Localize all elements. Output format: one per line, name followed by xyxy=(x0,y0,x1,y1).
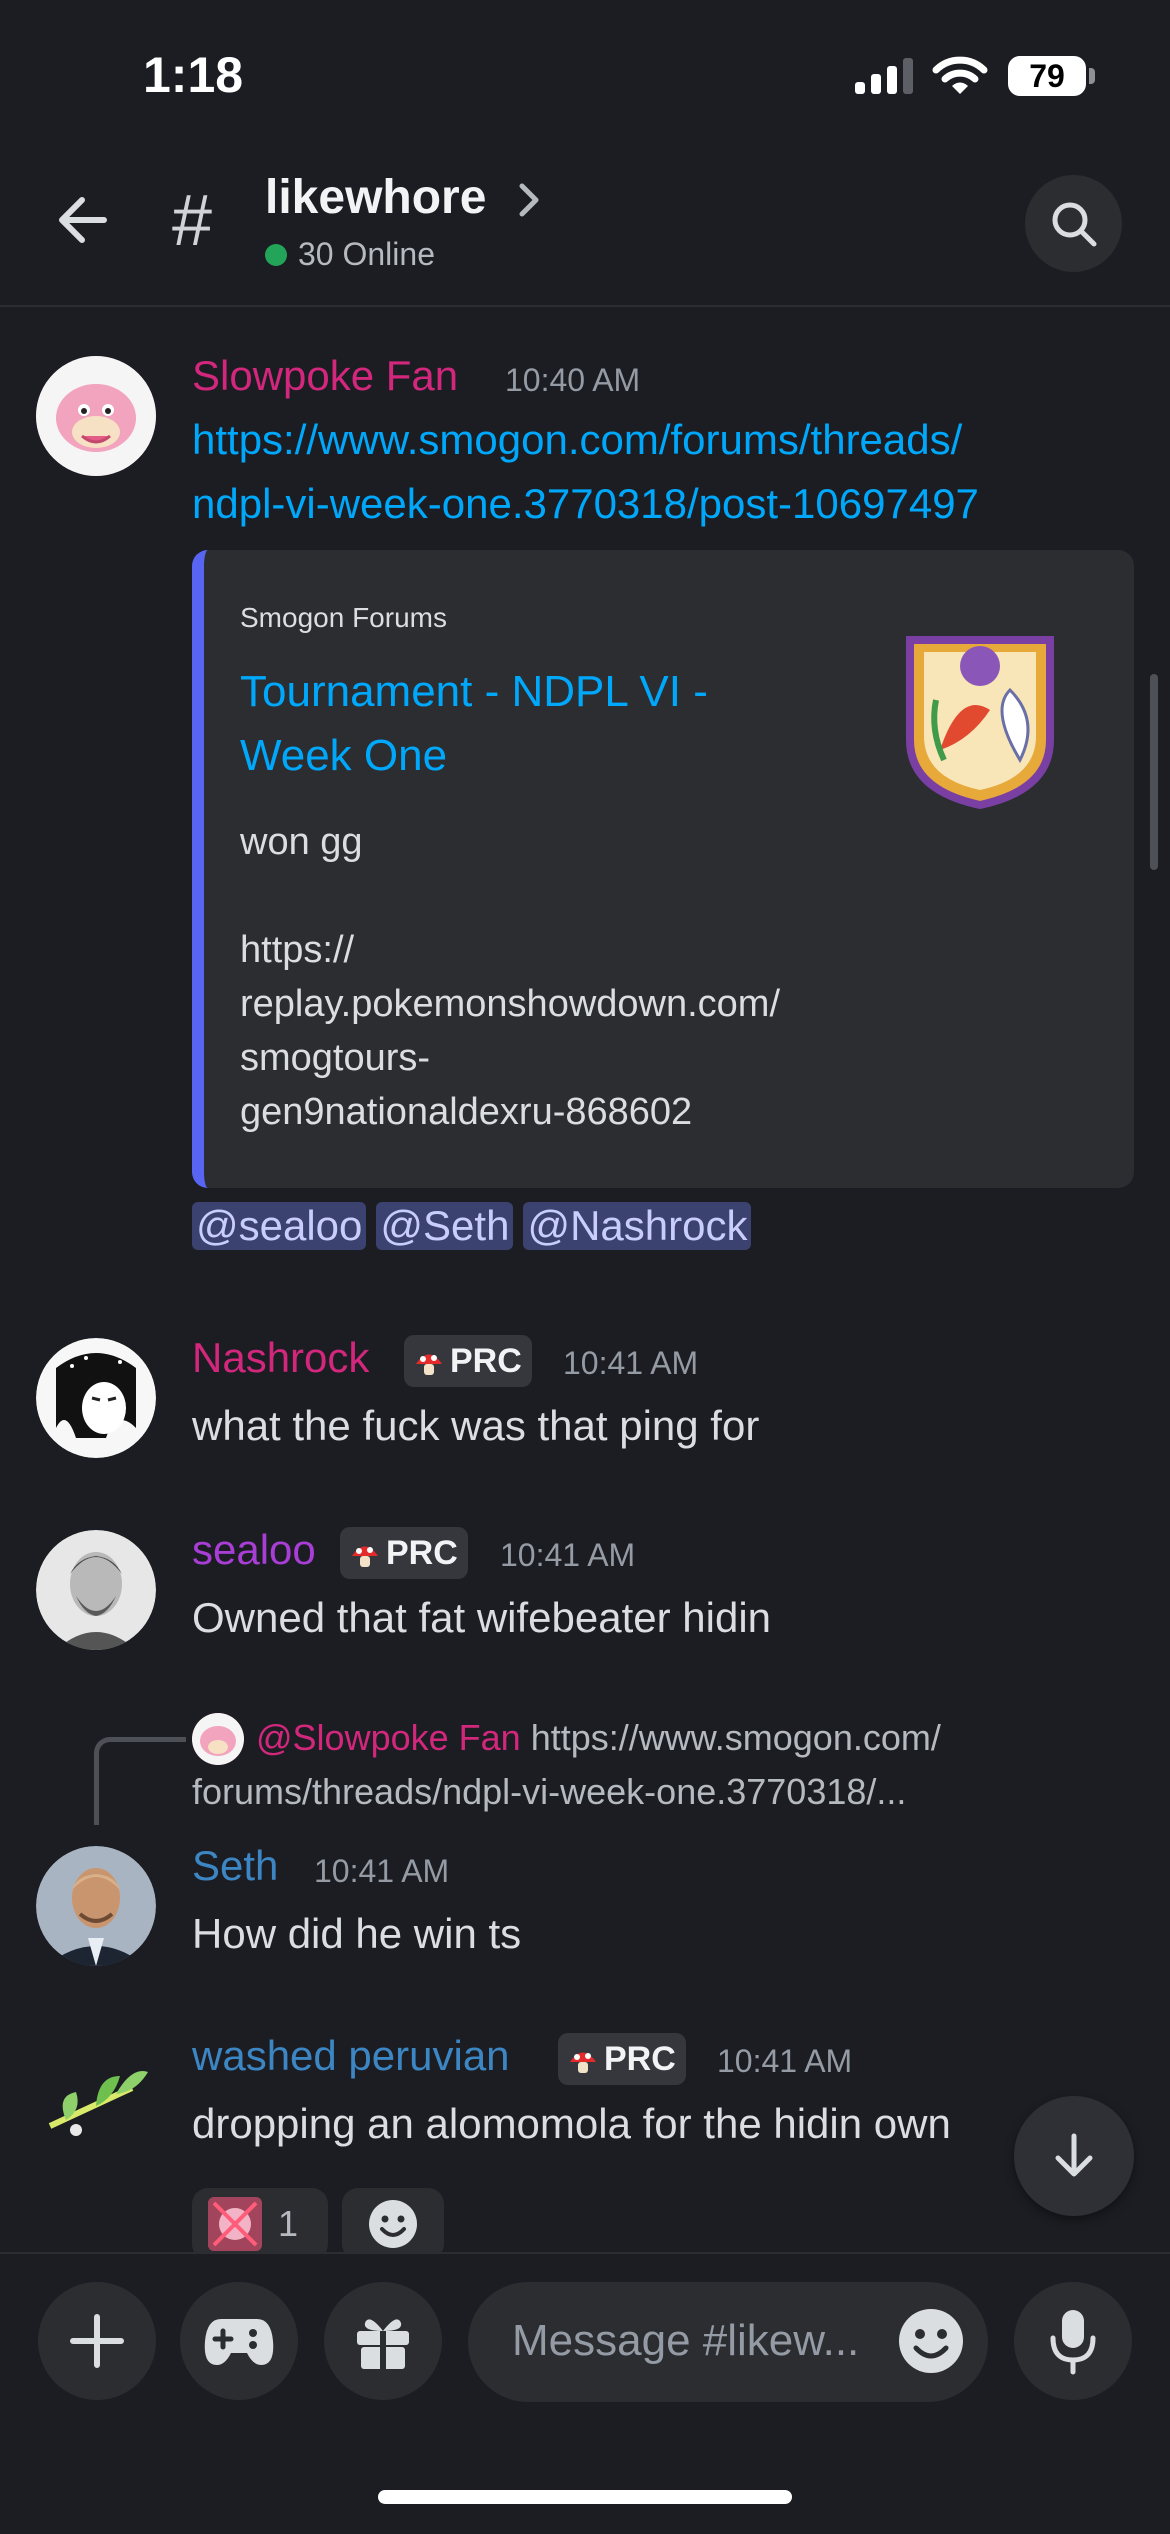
back-arrow-icon[interactable] xyxy=(52,190,112,255)
online-dot xyxy=(265,244,287,266)
message-link[interactable]: https://www.smogon.com/forums/threads/ xyxy=(192,408,962,472)
reply-author[interactable]: @Slowpoke Fan xyxy=(256,1717,521,1758)
status-time: 1:18 xyxy=(143,47,244,103)
username[interactable]: Slowpoke Fan xyxy=(192,352,458,400)
mushroom-icon xyxy=(350,1539,380,1567)
header-divider xyxy=(0,305,1170,307)
embed-thumbnail[interactable] xyxy=(900,630,1060,815)
voice-message-button[interactable] xyxy=(1014,2282,1132,2400)
battery-nub xyxy=(1089,68,1095,84)
home-indicator[interactable] xyxy=(378,2490,792,2504)
add-reaction-button[interactable] xyxy=(342,2188,444,2260)
mushroom-icon xyxy=(414,1347,444,1375)
message-text: How did he win ts xyxy=(192,1910,522,1957)
avatar[interactable] xyxy=(36,1846,156,1966)
role-badge: PRC xyxy=(558,2033,686,2085)
reaction-count: 1 xyxy=(278,2203,299,2244)
username[interactable]: Seth xyxy=(192,1842,278,1890)
emoji-icon xyxy=(899,2309,963,2373)
reaction-emoji-icon xyxy=(206,2195,264,2253)
gift-icon xyxy=(357,2319,409,2369)
message-placeholder[interactable]: Message #likew... xyxy=(512,2316,859,2366)
gift-button[interactable] xyxy=(324,2282,442,2400)
hash-icon: # xyxy=(172,181,213,261)
role-badge-label: PRC xyxy=(450,1341,522,1380)
role-badge-label: PRC xyxy=(386,1533,458,1572)
username[interactable]: washed peruvian xyxy=(192,2032,510,2080)
online-count: 30 Online xyxy=(298,236,435,272)
avatar[interactable] xyxy=(36,1338,156,1458)
role-badge: PRC xyxy=(404,1335,532,1387)
search-icon xyxy=(1052,202,1096,246)
reply-snippet-line2[interactable]: forums/threads/ndpl-vi-week-one.3770318/… xyxy=(192,1766,906,1818)
gamepad-icon xyxy=(204,2319,274,2365)
timestamp: 10:40 AM xyxy=(505,362,641,398)
plus-icon xyxy=(70,2314,124,2368)
timestamp: 10:41 AM xyxy=(314,1853,450,1889)
role-badge-label: PRC xyxy=(604,2039,676,2078)
battery-indicator: 79 xyxy=(1008,56,1086,96)
message-text: Owned that fat wifebeater hidin xyxy=(192,1594,772,1641)
mentions-row: @sealoo @Seth @Nashrock xyxy=(192,1202,752,1250)
scroll-to-bottom-button[interactable] xyxy=(1014,2096,1134,2216)
embed-provider[interactable]: Smogon Forums xyxy=(240,602,447,634)
signal-icon xyxy=(855,58,913,94)
role-badge: PRC xyxy=(340,1527,468,1579)
emoji-button[interactable] xyxy=(896,2306,966,2381)
microphone-icon xyxy=(1050,2310,1096,2375)
message-text: dropping an alomomola for the hidin own xyxy=(192,2100,951,2147)
activities-button[interactable] xyxy=(180,2282,298,2400)
username[interactable]: Nashrock xyxy=(192,1334,369,1382)
reply-preview[interactable]: @Slowpoke Fan https://www.smogon.com/ xyxy=(256,1712,941,1764)
chevron-right-icon[interactable] xyxy=(514,178,544,227)
timestamp: 10:41 AM xyxy=(500,1537,636,1573)
attach-button[interactable] xyxy=(38,2282,156,2400)
message-text: what the fuck was that ping for xyxy=(192,1402,760,1449)
channel-name[interactable]: likewhore xyxy=(265,170,486,225)
wifi-icon xyxy=(932,56,988,101)
avatar[interactable] xyxy=(36,2036,156,2156)
reaction-chip[interactable]: 1 xyxy=(192,2188,328,2260)
mention[interactable]: @Nashrock xyxy=(523,1202,752,1250)
timestamp: 10:41 AM xyxy=(717,2043,853,2079)
embed-description: won gg https:// replay.pokemonshowdown.c… xyxy=(240,821,781,1133)
username[interactable]: sealoo xyxy=(192,1526,316,1574)
scrollbar[interactable] xyxy=(1150,674,1158,870)
reply-snippet: https://www.smogon.com/ xyxy=(530,1717,941,1758)
scroll-down-icon xyxy=(1055,2133,1093,2177)
reply-connector xyxy=(94,1737,186,1825)
timestamp: 10:41 AM xyxy=(563,1345,699,1381)
message-link[interactable]: ndpl-vi-week-one.3770318/post-10697497 xyxy=(192,472,979,536)
embed-title[interactable]: Tournament - NDPL VI - Week One xyxy=(240,660,800,788)
search-button[interactable] xyxy=(1025,175,1122,272)
avatar[interactable] xyxy=(36,1530,156,1650)
emoji-icon xyxy=(369,2200,417,2248)
mention[interactable]: @sealoo xyxy=(192,1202,367,1250)
mushroom-icon xyxy=(568,2045,598,2073)
reply-avatar xyxy=(192,1713,244,1765)
avatar[interactable] xyxy=(36,356,156,476)
mention[interactable]: @Seth xyxy=(376,1202,514,1250)
